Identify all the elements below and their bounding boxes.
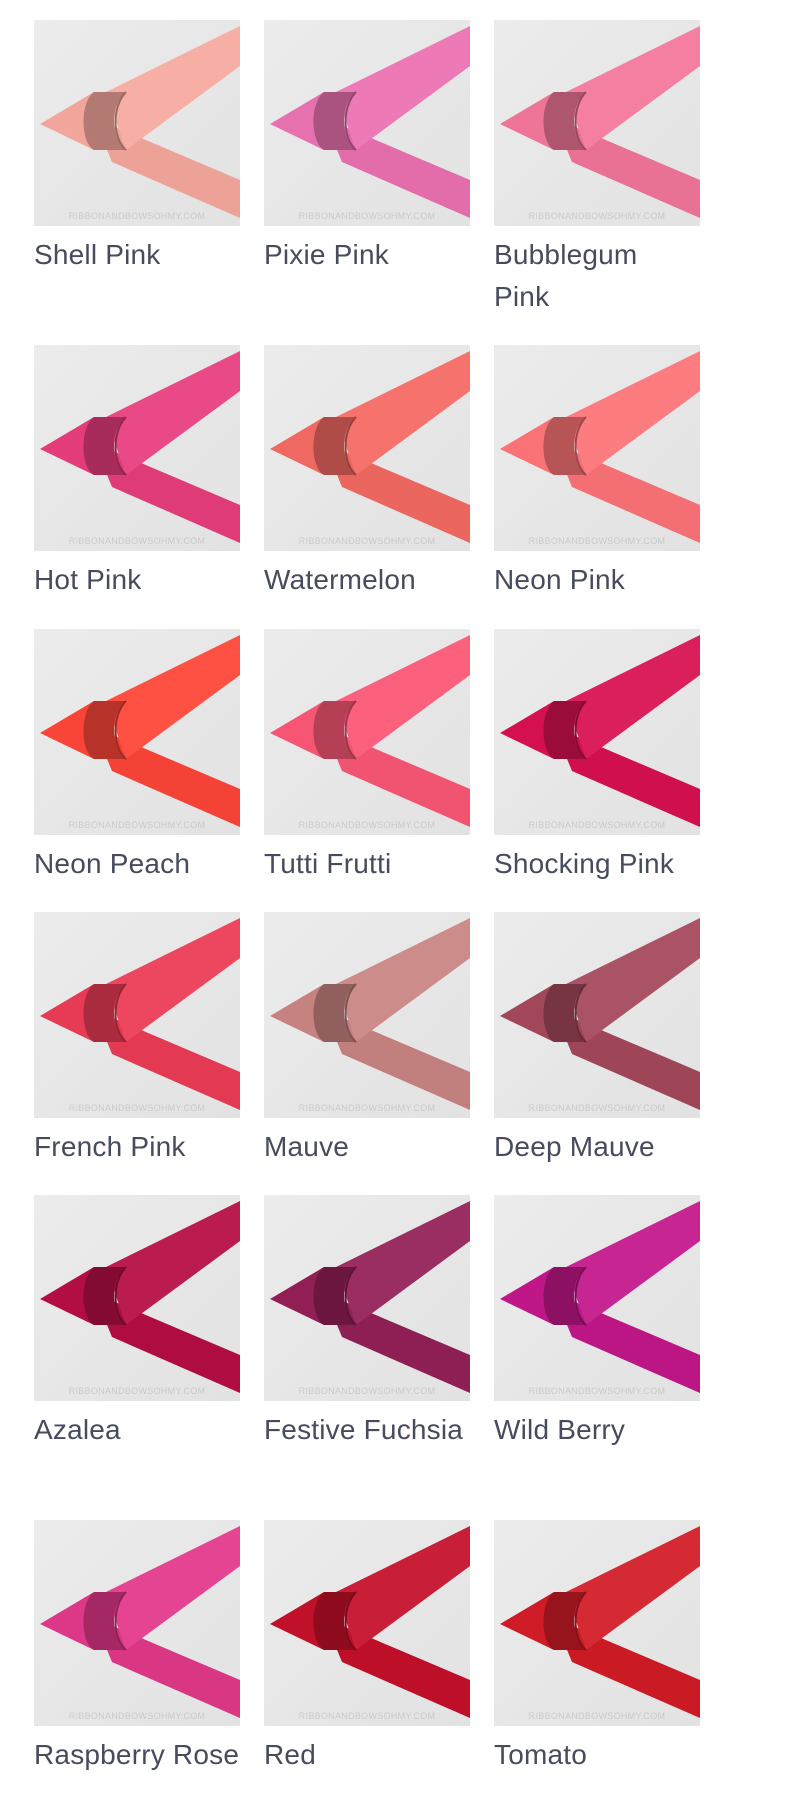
swatch-card[interactable]: RIBBONANDBOWSOHMY.COM Festive Fuchsia (264, 1195, 470, 1451)
watermark-text: RIBBONANDBOWSOHMY.COM (299, 211, 436, 221)
swatch-label[interactable]: Hot Pink (34, 559, 240, 601)
swatch-label[interactable]: Red (264, 1734, 470, 1776)
swatch-label[interactable]: Neon Pink (494, 559, 700, 601)
watermark-text: RIBBONANDBOWSOHMY.COM (299, 536, 436, 546)
watermark-text: RIBBONANDBOWSOHMY.COM (69, 1711, 206, 1721)
ribbon-swatch-image: RIBBONANDBOWSOHMY.COM (494, 345, 700, 551)
swatch-label[interactable]: Shocking Pink (494, 843, 700, 885)
swatch-label[interactable]: Raspberry Rose (34, 1734, 240, 1776)
watermark-text: RIBBONANDBOWSOHMY.COM (69, 536, 206, 546)
swatch-card[interactable]: RIBBONANDBOWSOHMY.COM Bubblegum Pink (494, 20, 700, 318)
swatch-card[interactable]: RIBBONANDBOWSOHMY.COM Wild Berry (494, 1195, 700, 1451)
ribbon-swatch-image[interactable]: RIBBONANDBOWSOHMY.COM (494, 1520, 700, 1726)
swatch-label[interactable]: Watermelon (264, 559, 470, 601)
watermark-text: RIBBONANDBOWSOHMY.COM (299, 1711, 436, 1721)
watermark-text: RIBBONANDBOWSOHMY.COM (529, 536, 666, 546)
swatch-card[interactable]: RIBBONANDBOWSOHMY.COM Pixie Pink (264, 20, 470, 276)
swatch-label[interactable]: French Pink (34, 1126, 240, 1168)
ribbon-swatch-image[interactable]: RIBBONANDBOWSOHMY.COM (264, 629, 470, 835)
swatch-card[interactable]: RIBBONANDBOWSOHMY.COM Shell Pink (34, 20, 240, 276)
swatch-card[interactable]: RIBBONANDBOWSOHMY.COM Azalea (34, 1195, 240, 1451)
swatch-card[interactable]: RIBBONANDBOWSOHMY.COM Red (264, 1520, 470, 1776)
swatch-card[interactable]: RIBBONANDBOWSOHMY.COM Watermelon (264, 345, 470, 601)
ribbon-swatch-image[interactable]: RIBBONANDBOWSOHMY.COM (264, 1520, 470, 1726)
swatch-card[interactable]: RIBBONANDBOWSOHMY.COM Deep Mauve (494, 912, 700, 1168)
swatch-label[interactable]: Pixie Pink (264, 234, 470, 276)
swatch-card[interactable]: RIBBONANDBOWSOHMY.COM Neon Peach (34, 629, 240, 885)
ribbon-swatch-image[interactable]: RIBBONANDBOWSOHMY.COM (264, 1195, 470, 1401)
swatch-label[interactable]: Tomato (494, 1734, 700, 1776)
swatch-label[interactable]: Mauve (264, 1126, 470, 1168)
ribbon-swatch-image[interactable]: RIBBONANDBOWSOHMY.COM (494, 912, 700, 1118)
ribbon-swatch-image: RIBBONANDBOWSOHMY.COM (34, 20, 240, 226)
ribbon-swatch-image: RIBBONANDBOWSOHMY.COM (494, 912, 700, 1118)
swatch-card[interactable]: RIBBONANDBOWSOHMY.COM French Pink (34, 912, 240, 1168)
swatch-label[interactable]: Shell Pink (34, 234, 240, 276)
ribbon-swatch-image: RIBBONANDBOWSOHMY.COM (34, 1195, 240, 1401)
watermark-text: RIBBONANDBOWSOHMY.COM (299, 1386, 436, 1396)
ribbon-swatch-image[interactable]: RIBBONANDBOWSOHMY.COM (264, 345, 470, 551)
ribbon-swatch-image[interactable]: RIBBONANDBOWSOHMY.COM (494, 345, 700, 551)
swatch-label[interactable]: Tutti Frutti (264, 843, 470, 885)
ribbon-swatch-image[interactable]: RIBBONANDBOWSOHMY.COM (264, 912, 470, 1118)
watermark-text: RIBBONANDBOWSOHMY.COM (529, 211, 666, 221)
ribbon-swatch-image: RIBBONANDBOWSOHMY.COM (264, 912, 470, 1118)
watermark-text: RIBBONANDBOWSOHMY.COM (529, 1103, 666, 1113)
swatch-label[interactable]: Azalea (34, 1409, 240, 1451)
swatch-card[interactable]: RIBBONANDBOWSOHMY.COM Raspberry Rose (34, 1520, 240, 1776)
watermark-text: RIBBONANDBOWSOHMY.COM (69, 1386, 206, 1396)
ribbon-swatch-image: RIBBONANDBOWSOHMY.COM (264, 345, 470, 551)
watermark-text: RIBBONANDBOWSOHMY.COM (529, 1386, 666, 1396)
ribbon-swatch-image[interactable]: RIBBONANDBOWSOHMY.COM (34, 345, 240, 551)
ribbon-swatch-image: RIBBONANDBOWSOHMY.COM (494, 20, 700, 226)
watermark-text: RIBBONANDBOWSOHMY.COM (299, 1103, 436, 1113)
swatch-card[interactable]: RIBBONANDBOWSOHMY.COM Hot Pink (34, 345, 240, 601)
swatch-label[interactable]: Festive Fuchsia (264, 1409, 470, 1451)
ribbon-swatch-image: RIBBONANDBOWSOHMY.COM (264, 20, 470, 226)
swatch-card[interactable]: RIBBONANDBOWSOHMY.COM Neon Pink (494, 345, 700, 601)
ribbon-swatch-image: RIBBONANDBOWSOHMY.COM (34, 345, 240, 551)
ribbon-swatch-image[interactable]: RIBBONANDBOWSOHMY.COM (494, 20, 700, 226)
ribbon-swatch-image[interactable]: RIBBONANDBOWSOHMY.COM (34, 20, 240, 226)
ribbon-swatch-image: RIBBONANDBOWSOHMY.COM (494, 1520, 700, 1726)
watermark-text: RIBBONANDBOWSOHMY.COM (69, 211, 206, 221)
ribbon-swatch-image[interactable]: RIBBONANDBOWSOHMY.COM (34, 912, 240, 1118)
watermark-text: RIBBONANDBOWSOHMY.COM (529, 820, 666, 830)
swatch-card[interactable]: RIBBONANDBOWSOHMY.COM Shocking Pink (494, 629, 700, 885)
swatch-label[interactable]: Wild Berry (494, 1409, 700, 1451)
ribbon-swatch-image[interactable]: RIBBONANDBOWSOHMY.COM (34, 1195, 240, 1401)
swatch-card[interactable]: RIBBONANDBOWSOHMY.COM Tutti Frutti (264, 629, 470, 885)
ribbon-swatch-image[interactable]: RIBBONANDBOWSOHMY.COM (264, 20, 470, 226)
ribbon-swatch-image: RIBBONANDBOWSOHMY.COM (264, 1195, 470, 1401)
watermark-text: RIBBONANDBOWSOHMY.COM (299, 820, 436, 830)
watermark-text: RIBBONANDBOWSOHMY.COM (69, 1103, 206, 1113)
swatch-card[interactable]: RIBBONANDBOWSOHMY.COM Tomato (494, 1520, 700, 1776)
ribbon-swatch-image[interactable]: RIBBONANDBOWSOHMY.COM (494, 629, 700, 835)
ribbon-swatch-image: RIBBONANDBOWSOHMY.COM (34, 1520, 240, 1726)
watermark-text: RIBBONANDBOWSOHMY.COM (529, 1711, 666, 1721)
swatch-label[interactable]: Bubblegum Pink (494, 234, 700, 318)
ribbon-swatch-image: RIBBONANDBOWSOHMY.COM (494, 1195, 700, 1401)
ribbon-swatch-image[interactable]: RIBBONANDBOWSOHMY.COM (34, 629, 240, 835)
ribbon-swatch-image: RIBBONANDBOWSOHMY.COM (34, 629, 240, 835)
swatch-label[interactable]: Neon Peach (34, 843, 240, 885)
ribbon-swatch-image[interactable]: RIBBONANDBOWSOHMY.COM (494, 1195, 700, 1401)
ribbon-swatch-image[interactable]: RIBBONANDBOWSOHMY.COM (34, 1520, 240, 1726)
ribbon-swatch-image: RIBBONANDBOWSOHMY.COM (264, 1520, 470, 1726)
swatch-card[interactable]: RIBBONANDBOWSOHMY.COM Mauve (264, 912, 470, 1168)
ribbon-swatch-image: RIBBONANDBOWSOHMY.COM (494, 629, 700, 835)
watermark-text: RIBBONANDBOWSOHMY.COM (69, 820, 206, 830)
ribbon-swatch-image: RIBBONANDBOWSOHMY.COM (34, 912, 240, 1118)
ribbon-swatch-image: RIBBONANDBOWSOHMY.COM (264, 629, 470, 835)
swatch-label[interactable]: Deep Mauve (494, 1126, 700, 1168)
